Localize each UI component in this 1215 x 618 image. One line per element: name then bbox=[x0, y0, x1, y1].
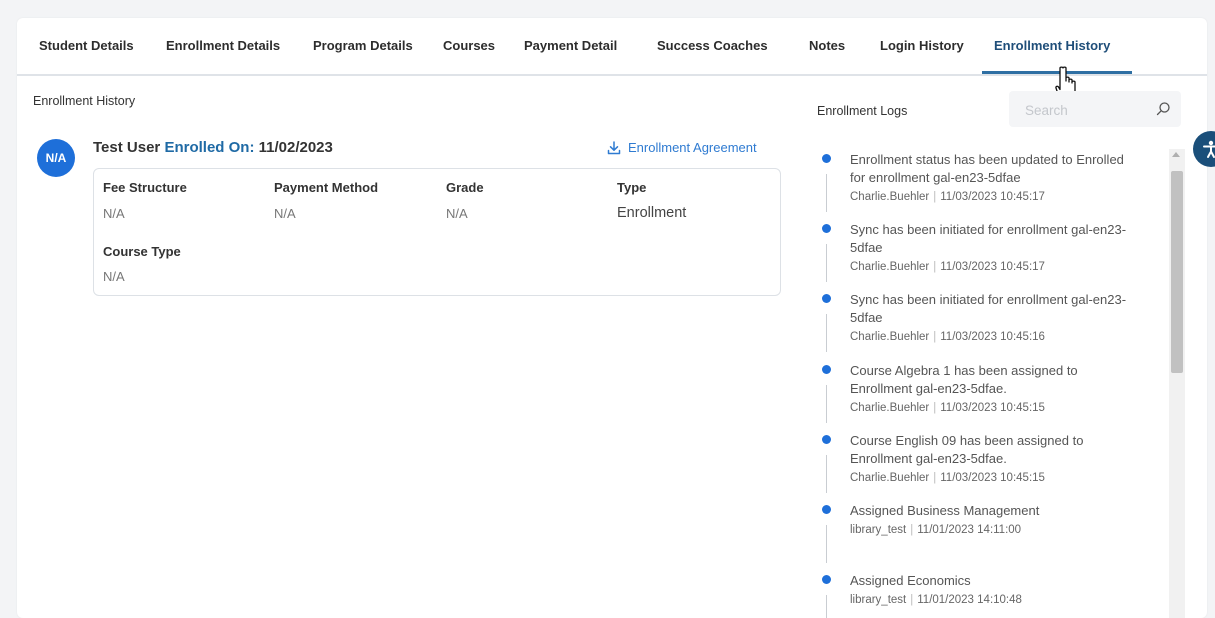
tab-login-history[interactable]: Login History bbox=[880, 38, 964, 53]
timeline-dot bbox=[822, 154, 831, 163]
type-value: Enrollment bbox=[617, 205, 687, 221]
download-icon bbox=[607, 140, 621, 154]
enrollment-logs-list: Enrollment status has been updated to En… bbox=[817, 149, 1162, 618]
log-user: Charlie.Buehler bbox=[850, 331, 930, 343]
timeline-connector bbox=[826, 595, 827, 618]
enrollment-logs-title: Enrollment Logs bbox=[817, 104, 908, 118]
log-message: Sync has been initiated for enrollment g… bbox=[850, 222, 1127, 255]
log-message: Course Algebra 1 has been assigned to En… bbox=[850, 363, 1078, 396]
log-message: Sync has been initiated for enrollment g… bbox=[850, 292, 1127, 325]
grade-value: N/A bbox=[446, 206, 468, 221]
log-message: Course English 09 has been assigned to E… bbox=[850, 433, 1084, 466]
payment-method-label: Payment Method bbox=[274, 180, 379, 195]
log-timestamp: 11/01/2023 14:11:00 bbox=[917, 524, 1022, 536]
log-search-box bbox=[1009, 91, 1181, 127]
scroll-up-arrow-icon[interactable] bbox=[1172, 152, 1180, 157]
timeline-connector bbox=[826, 174, 827, 212]
timeline-connector bbox=[826, 455, 827, 493]
log-timestamp: 11/01/2023 14:10:48 bbox=[917, 594, 1022, 606]
search-icon[interactable] bbox=[1156, 101, 1171, 116]
timeline-connector bbox=[826, 244, 827, 282]
timeline-dot bbox=[822, 435, 831, 444]
avatar: N/A bbox=[37, 139, 75, 177]
timeline-dot bbox=[822, 575, 831, 584]
timeline-connector bbox=[826, 385, 827, 423]
tab-student-details[interactable]: Student Details bbox=[39, 38, 134, 53]
tab-notes[interactable]: Notes bbox=[809, 38, 845, 53]
timeline-connector bbox=[826, 525, 827, 563]
timeline-dot bbox=[822, 224, 831, 233]
scrollbar-thumb[interactable] bbox=[1171, 171, 1183, 373]
tab-enrollment-details[interactable]: Enrollment Details bbox=[166, 38, 280, 53]
tab-bar: Student Details Enrollment Details Progr… bbox=[17, 18, 1207, 76]
enrollment-date: 11/02/2023 bbox=[258, 139, 333, 156]
log-timestamp: 11/03/2023 10:45:15 bbox=[940, 402, 1045, 414]
enrollment-history-card: Student Details Enrollment Details Progr… bbox=[17, 18, 1207, 618]
timeline-dot bbox=[822, 294, 831, 303]
timeline-dot bbox=[822, 505, 831, 514]
tab-payment-detail[interactable]: Payment Detail bbox=[524, 38, 617, 53]
log-timestamp: 11/03/2023 10:45:17 bbox=[940, 261, 1045, 273]
log-message: Assigned Economics bbox=[850, 573, 971, 588]
timeline-dot bbox=[822, 365, 831, 374]
course-type-label: Course Type bbox=[103, 244, 181, 259]
fee-structure-label: Fee Structure bbox=[103, 180, 187, 195]
course-type-value: N/A bbox=[103, 269, 125, 284]
log-search-input[interactable] bbox=[1023, 99, 1147, 121]
log-user: library_test bbox=[850, 594, 907, 606]
tab-enrollment-history[interactable]: Enrollment History bbox=[994, 38, 1110, 53]
log-user: library_test bbox=[850, 524, 907, 536]
log-timestamp: 11/03/2023 10:45:16 bbox=[940, 331, 1045, 343]
log-user: Charlie.Buehler bbox=[850, 191, 930, 203]
tab-program-details[interactable]: Program Details bbox=[313, 38, 413, 53]
log-user: Charlie.Buehler bbox=[850, 261, 930, 273]
section-title: Enrollment History bbox=[33, 94, 136, 108]
payment-method-value: N/A bbox=[274, 206, 296, 221]
enrolled-on-label: Enrolled On: bbox=[164, 139, 255, 156]
enrollment-heading: Test User Enrolled On: 11/02/2023 bbox=[93, 139, 333, 156]
fee-structure-value: N/A bbox=[103, 206, 125, 221]
log-timestamp: 11/03/2023 10:45:17 bbox=[940, 191, 1045, 203]
type-label: Type bbox=[617, 180, 647, 195]
log-message: Enrollment status has been updated to En… bbox=[850, 152, 1124, 185]
log-user: Charlie.Buehler bbox=[850, 402, 930, 414]
user-name: Test User bbox=[93, 139, 161, 156]
tab-success-coaches[interactable]: Success Coaches bbox=[657, 38, 768, 53]
accessibility-icon bbox=[1203, 140, 1215, 158]
tab-courses[interactable]: Courses bbox=[443, 38, 495, 53]
enrollment-agreement-label: Enrollment Agreement bbox=[628, 140, 757, 155]
log-message: Assigned Business Management bbox=[850, 503, 1040, 518]
grade-label: Grade bbox=[446, 180, 484, 195]
logs-scrollbar[interactable] bbox=[1169, 149, 1185, 618]
timeline-connector bbox=[826, 314, 827, 352]
log-user: Charlie.Buehler bbox=[850, 472, 930, 484]
log-timestamp: 11/03/2023 10:45:15 bbox=[940, 472, 1045, 484]
enrollment-agreement-link[interactable]: Enrollment Agreement bbox=[607, 140, 757, 155]
enrollment-info-box: Fee Structure N/A Payment Method N/A Gra… bbox=[93, 168, 781, 296]
